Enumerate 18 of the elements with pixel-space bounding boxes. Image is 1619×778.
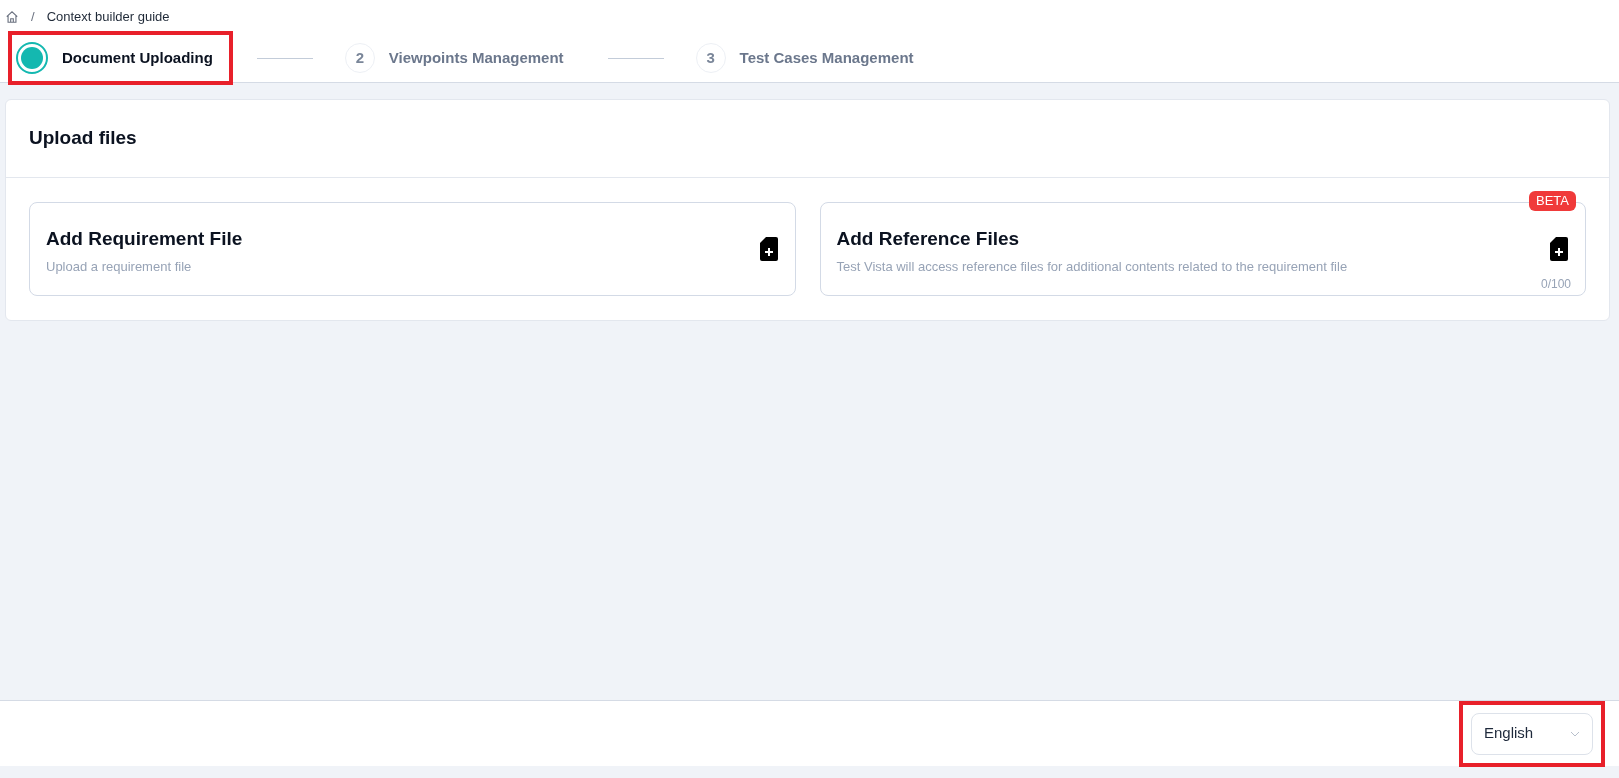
upload-card[interactable]: Add Requirement File Upload a requirement file [29, 202, 796, 296]
caret-icon [1570, 730, 1580, 737]
language-select[interactable]: English [1471, 712, 1593, 755]
file-count: 0/100 [1540, 276, 1571, 293]
card-title: Add Reference Files [836, 229, 1021, 248]
breadcrumb-current: Context builder guide [46, 8, 170, 27]
file-add-icon[interactable] [758, 236, 779, 262]
step-label[interactable]: Document Uploading [62, 46, 213, 70]
step-label[interactable]: Test Cases Management [739, 46, 914, 70]
home-icon[interactable] [5, 10, 19, 24]
step-label[interactable]: Viewpoints Management [388, 46, 564, 70]
file-add-icon[interactable] [1549, 236, 1569, 262]
panel-title: Upload files [29, 126, 137, 151]
card-description: Test Vista will access reference files for additional contents related to the requirement file [836, 260, 1349, 273]
beta-badge: BETA [1529, 191, 1576, 212]
card-title: Add Requirement File [46, 229, 244, 248]
breadcrumb-separator: / [30, 8, 36, 27]
card-description: Upload a requirement file [46, 260, 193, 273]
